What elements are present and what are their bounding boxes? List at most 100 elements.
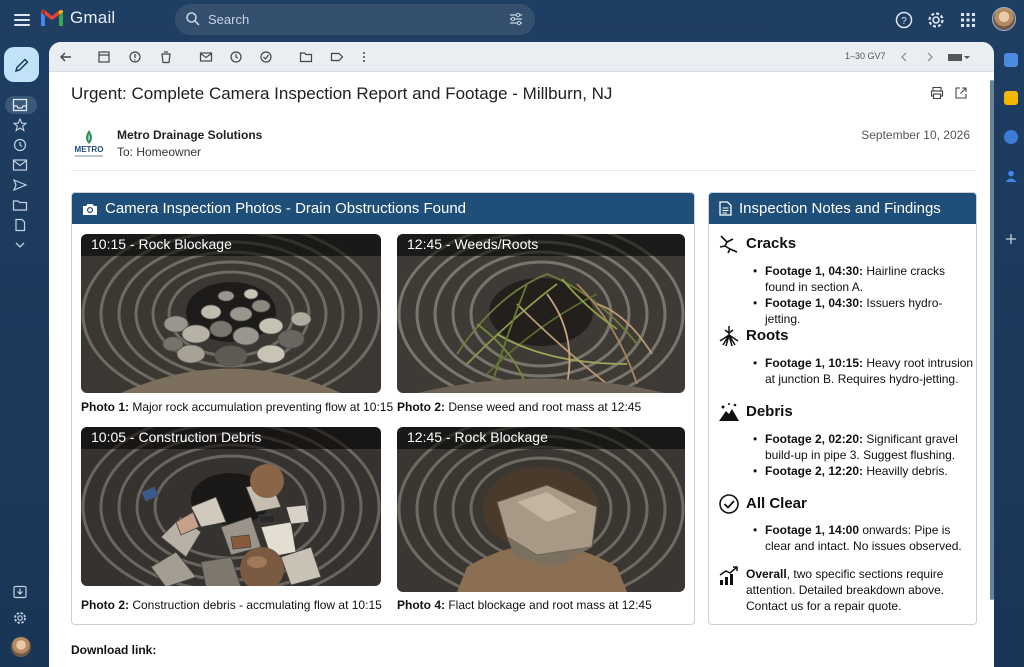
add-addon-icon[interactable] [1004,232,1018,246]
header-divider [71,170,977,171]
snoozed-icon[interactable] [12,138,28,152]
email-view-panel: 1–30 GV7 Urgent: Complete Camera Inspect… [49,42,994,667]
photo-construction-debris[interactable]: 10:05 - Construction Debris [81,427,381,586]
finding-bullet: Footage 2, 02:20: Significant gravel bui… [753,431,975,463]
rail-avatar[interactable] [11,637,31,657]
folder-icon[interactable] [12,198,28,212]
rail-settings-icon[interactable] [12,611,28,625]
sent-icon[interactable] [12,178,28,192]
photo-tag: 10:15 - Rock Blockage [81,234,381,256]
finding-bullet: Footage 1, 10:15: Heavy root intrusion a… [753,355,975,387]
compose-button[interactable] [4,47,39,82]
search-options-icon[interactable] [509,12,523,26]
settings-gear-icon[interactable] [926,10,946,30]
add-task-icon[interactable] [259,50,273,64]
notes-card-title: Inspection Notes and Findings [739,200,941,217]
search-icon[interactable] [185,11,201,27]
top-bar: Gmail Search ? [0,0,1024,40]
overall-summary: Overall, two specific sections require a… [746,567,945,613]
rock-pipe-image [81,234,381,393]
roots-icon [719,326,739,347]
photos-card: Camera Inspection Photos - Drain Obstruc… [71,192,695,625]
notes-card-header: Inspection Notes and Findings [709,193,976,224]
finding-bullet: Footage 1, 04:30: Hairline cracks found … [753,263,975,295]
apps-grid-icon[interactable] [958,10,978,30]
finding-bullet: Footage 1, 14:00 onwards: Pipe is clear … [753,522,975,554]
boulder-pipe-image [397,427,685,592]
main-menu-icon[interactable] [12,10,32,30]
sender-name[interactable]: Metro Drainage Solutions [117,128,262,142]
download-tray-icon[interactable] [12,585,28,599]
mark-unread-icon[interactable] [199,50,213,64]
move-to-icon[interactable] [299,50,313,64]
finding-bullet: Footage 1, 04:30: Issuers hydro-jetting. [753,295,975,327]
app-name: Gmail [70,8,116,27]
roots-pipe-image [397,234,685,393]
recipient: To: Homeowner [117,145,202,159]
notes-card: Inspection Notes and Findings Cracks Foo… [708,192,977,625]
gmail-m-icon [41,9,63,26]
tasks-icon[interactable] [1004,130,1018,144]
prev-page-icon[interactable] [897,50,911,64]
pagination-count: 1–30 GV7 [845,51,886,61]
more-chevron-down-icon[interactable] [12,238,28,252]
next-page-icon[interactable] [923,50,937,64]
back-arrow-icon[interactable] [59,50,73,64]
email-date: September 10, 2026 [861,128,970,142]
svg-text:?: ? [901,16,907,27]
sender-logo: METRO [75,130,104,157]
search-input[interactable]: Search [208,12,249,27]
sender-logo-text: METRO [75,145,104,154]
finding-bullet: Footage 2, 12:20: Heavilly debris. [753,463,975,479]
calendar-icon[interactable] [1004,53,1018,67]
label-icon[interactable] [330,50,344,64]
gmail-logo[interactable]: Gmail [40,8,115,28]
document-icon [719,201,732,216]
trend-chart-icon [719,566,738,585]
photo-tag: 12:45 - Rock Blockage [397,427,685,449]
debris-icon [719,403,739,421]
input-tools-icon[interactable] [947,50,971,64]
print-icon[interactable] [930,86,944,100]
mail-icon[interactable] [12,158,28,172]
photo-caption: Photo 2: Construction debris - accmulati… [81,598,382,612]
starred-icon[interactable] [12,118,28,132]
debris-pipe-image [81,427,381,586]
photo-tag: 12:45 - Weeds/Roots [397,234,685,256]
archive-icon[interactable] [97,50,111,64]
photo-caption: Photo 2: Dense weed and root mass at 12:… [397,400,642,414]
email-toolbar: 1–30 GV7 [49,42,994,72]
email-subject: Urgent: Complete Camera Inspection Repor… [71,84,613,103]
crack-icon [719,235,738,254]
inbox-icon[interactable] [12,98,28,112]
photo-caption: Photo 4: Flact blockage and root mass at… [397,598,652,612]
scrollbar[interactable] [990,80,994,600]
snooze-icon[interactable] [229,50,243,64]
photo-weeds-roots[interactable]: 12:45 - Weeds/Roots [397,234,685,393]
help-icon[interactable]: ? [894,10,914,30]
download-link-label[interactable]: Download link: [71,643,156,657]
photo-caption: Photo 1: Major rock accumulation prevent… [81,400,394,414]
open-new-window-icon[interactable] [954,86,968,100]
contacts-icon[interactable] [1004,169,1018,183]
delete-icon[interactable] [159,50,173,64]
section-title-all-clear: All Clear [746,495,807,512]
drafts-icon[interactable] [12,218,28,232]
check-circle-icon [719,494,739,514]
section-title-debris: Debris [746,403,793,420]
photos-card-title: Camera Inspection Photos - Drain Obstruc… [105,200,467,217]
side-panel-rail [997,42,1024,667]
more-options-icon[interactable] [357,50,371,64]
photo-rock-blockage[interactable]: 10:15 - Rock Blockage [81,234,381,393]
photos-card-header: Camera Inspection Photos - Drain Obstruc… [72,193,694,224]
report-spam-icon[interactable] [128,50,142,64]
pencil-icon [14,57,29,72]
section-title-cracks: Cracks [746,235,797,252]
keep-icon[interactable] [1004,91,1018,105]
search-bar[interactable]: Search [175,4,535,35]
photo-tag: 10:05 - Construction Debris [81,427,381,449]
photo-large-rock-blockage[interactable]: 12:45 - Rock Blockage [397,427,685,592]
account-avatar[interactable] [992,7,1016,31]
camera-icon [83,203,97,215]
section-title-roots: Roots [746,327,789,344]
